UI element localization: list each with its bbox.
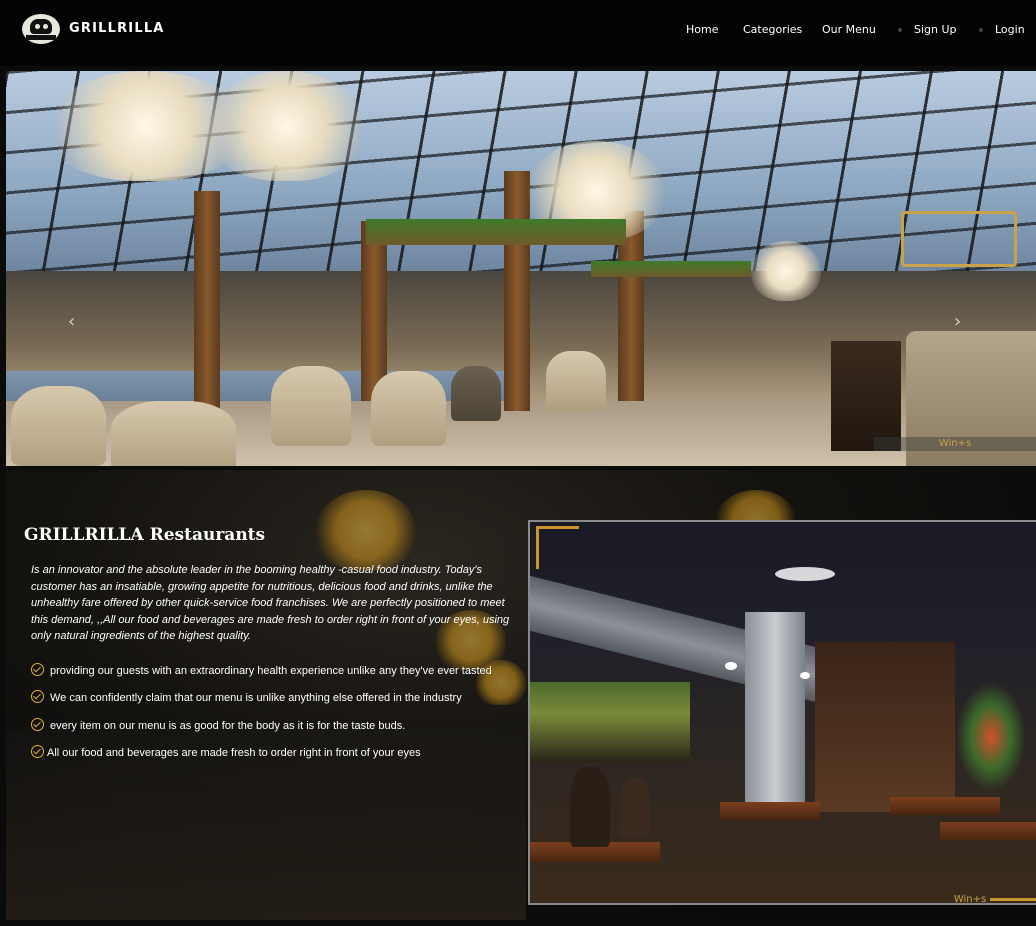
nav-home[interactable]: Home bbox=[686, 23, 718, 36]
gold-corner-decoration bbox=[536, 526, 579, 569]
nav-categories[interactable]: Categories bbox=[743, 23, 802, 36]
image-watermark: Win+s bbox=[953, 894, 987, 905]
feature-item: All our food and beverages are made fres… bbox=[47, 747, 421, 759]
about-title: GRILLRILLA Restaurants bbox=[24, 525, 266, 545]
hero-watermark: Win+s bbox=[874, 437, 1036, 451]
nav-sign-up[interactable]: Sign Up bbox=[914, 23, 957, 36]
nav-dot-icon bbox=[898, 28, 902, 32]
brand-name[interactable]: GRILLRILLA bbox=[69, 21, 165, 36]
nav-login[interactable]: Login bbox=[995, 23, 1025, 36]
check-circle-icon bbox=[31, 745, 44, 758]
hero-carousel-image: ‹ › bbox=[6, 71, 1036, 466]
carousel-next-icon[interactable]: › bbox=[954, 311, 961, 332]
feature-item: every item on our menu is as good for th… bbox=[50, 720, 406, 732]
check-circle-icon bbox=[31, 718, 44, 731]
feature-item: providing our guests with an extraordina… bbox=[50, 665, 492, 677]
carousel-prev-icon[interactable]: ‹ bbox=[68, 311, 75, 332]
feature-item: We can confidently claim that our menu i… bbox=[50, 692, 462, 704]
about-description: Is an innovator and the absolute leader … bbox=[31, 564, 510, 642]
restaurant-interior-image bbox=[528, 520, 1036, 905]
check-circle-icon bbox=[31, 690, 44, 703]
check-circle-icon bbox=[31, 663, 44, 676]
nav-dot-icon bbox=[979, 28, 983, 32]
navbar: GRILLRILLA Home Categories Our Menu Sign… bbox=[0, 0, 1036, 66]
nav-our-menu[interactable]: Our Menu bbox=[822, 23, 876, 36]
brand-logo[interactable] bbox=[22, 14, 60, 44]
